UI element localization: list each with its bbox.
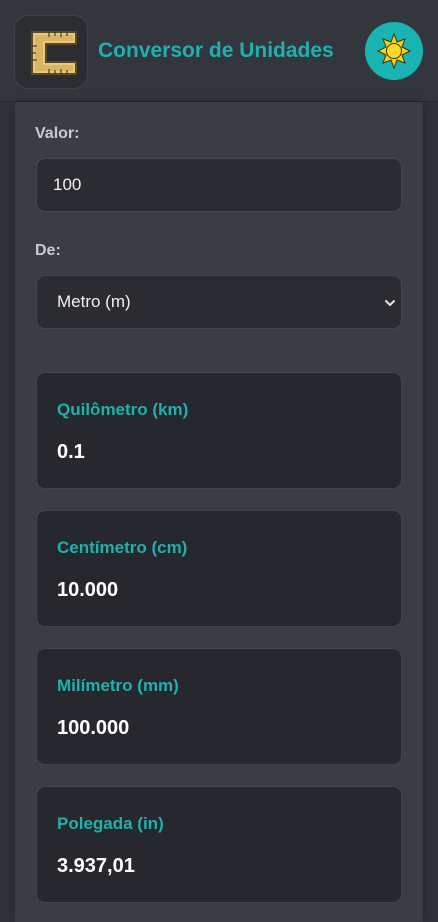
result-card-in: Polegada (in) 3.937,01 — [36, 786, 402, 903]
app-logo-icon — [14, 15, 88, 89]
result-unit-label: Polegada (in) — [57, 814, 164, 833]
from-unit-selected: Metro (m) — [57, 292, 131, 311]
value-label: Valor: — [35, 125, 80, 142]
result-unit-label: Milímetro (mm) — [57, 676, 179, 695]
result-value: 10.000 — [57, 579, 119, 601]
sun-icon — [376, 32, 412, 70]
result-unit-label: Centímetro (cm) — [57, 538, 188, 557]
app-header: Conversor de Unidades — [0, 0, 438, 102]
result-value: 0.1 — [57, 441, 85, 463]
result-card-km: Quilômetro (km) 0.1 — [36, 372, 402, 489]
result-card-cm: Centímetro (cm) 10.000 — [36, 510, 402, 627]
value-input[interactable]: 100 — [36, 158, 402, 212]
app-title: Conversor de Unidades — [98, 39, 334, 62]
chevron-down-icon — [385, 300, 395, 306]
result-card-mm: Milímetro (mm) 100.000 — [36, 648, 402, 765]
theme-toggle-button[interactable] — [365, 22, 423, 80]
from-unit-label: De: — [35, 242, 61, 259]
from-unit-select[interactable]: Metro (m) — [36, 275, 402, 329]
result-value: 100.000 — [57, 717, 130, 739]
result-unit-label: Quilômetro (km) — [57, 400, 189, 419]
result-value: 3.937,01 — [57, 855, 135, 877]
